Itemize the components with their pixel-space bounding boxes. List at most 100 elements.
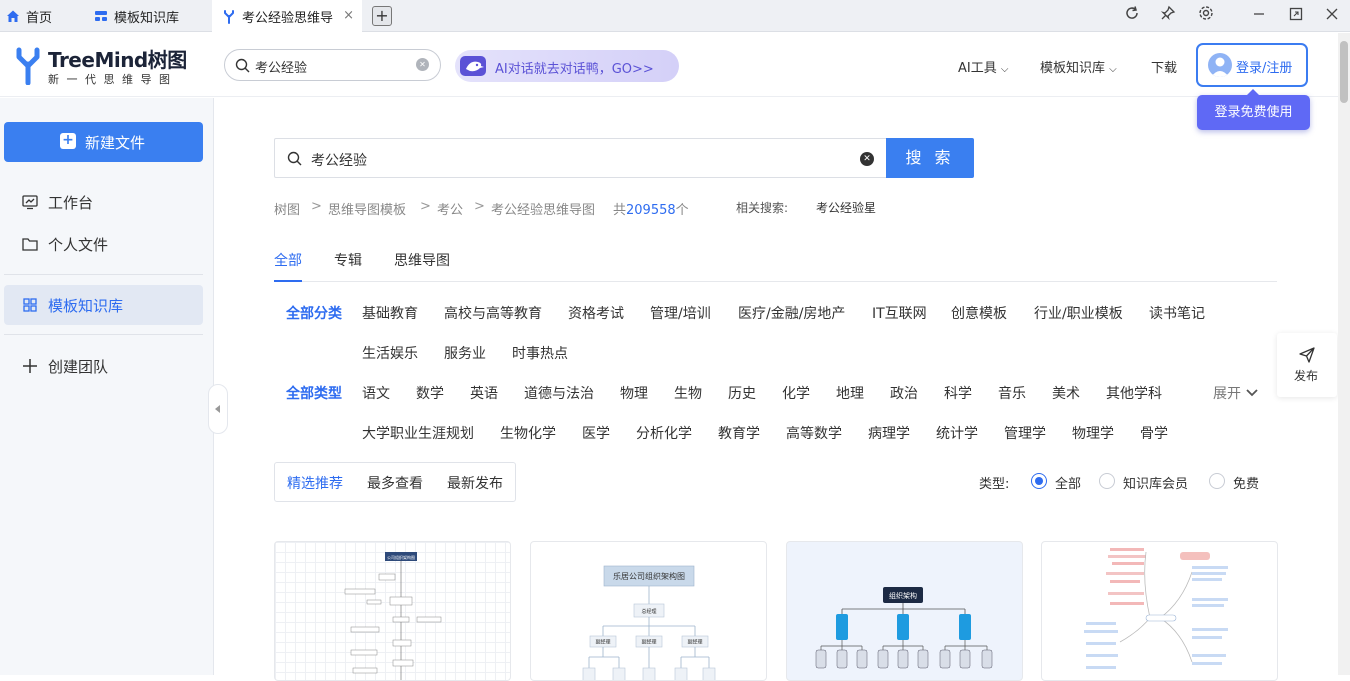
minimize-icon[interactable]: [1248, 5, 1270, 27]
filter-type[interactable]: 其他学科: [1106, 383, 1162, 403]
filter-category[interactable]: 基础教育: [362, 303, 418, 323]
filter-type[interactable]: 医学: [582, 423, 610, 443]
tab-kaogong[interactable]: 考公经验思维导 ×: [212, 0, 362, 33]
settings-icon[interactable]: [1195, 5, 1217, 27]
breadcrumb-separator: >: [474, 199, 485, 214]
filter-type[interactable]: 道德与法治: [524, 383, 594, 403]
filter-category[interactable]: 服务业: [444, 343, 486, 363]
tab-home[interactable]: 首页: [0, 0, 80, 32]
reload-icon[interactable]: [1121, 5, 1143, 27]
filter-type[interactable]: 历史: [728, 383, 756, 403]
type-member-radio[interactable]: [1099, 473, 1115, 489]
site-header: TreeMind树图 新一代思维导图 考公经验 ✕ AI对话就去对话鸭，GO>>…: [0, 33, 1338, 97]
filter-type[interactable]: 数学: [416, 383, 444, 403]
filter-type[interactable]: 骨学: [1140, 423, 1168, 443]
filter-type[interactable]: 生物化学: [500, 423, 556, 443]
filter-category[interactable]: 生活娱乐: [362, 343, 418, 363]
filter-type[interactable]: 音乐: [998, 383, 1026, 403]
nav-download[interactable]: 下载: [1151, 57, 1177, 76]
filter-type[interactable]: 统计学: [936, 423, 978, 443]
expand-filters-button[interactable]: 展开: [1213, 383, 1259, 403]
brand-name[interactable]: TreeMind树图: [48, 44, 187, 73]
clear-search-icon[interactable]: ✕: [416, 58, 429, 71]
filter-category[interactable]: 创意模板: [951, 303, 1007, 323]
ai-promo-banner[interactable]: AI对话就去对话鸭，GO>>: [455, 50, 679, 82]
filter-type[interactable]: 教育学: [718, 423, 760, 443]
breadcrumb-item[interactable]: 树图: [274, 199, 300, 218]
template-card[interactable]: [1041, 541, 1278, 681]
card-node: 副经理: [641, 639, 656, 646]
clear-search-icon[interactable]: ✕: [860, 152, 874, 166]
login-register-button[interactable]: 登录/注册: [1196, 43, 1308, 87]
filter-type[interactable]: 生物: [674, 383, 702, 403]
search-button[interactable]: 搜 索: [886, 138, 974, 178]
pin-icon[interactable]: [1157, 5, 1179, 27]
filter-category[interactable]: 时事热点: [512, 343, 568, 363]
filter-type[interactable]: 语文: [362, 383, 390, 403]
main-search-input[interactable]: 考公经验 ✕: [274, 138, 887, 178]
template-card[interactable]: 组织架构: [786, 541, 1023, 681]
filter-type[interactable]: 政治: [890, 383, 918, 403]
type-option-label[interactable]: 知识库会员: [1123, 473, 1188, 492]
type-option-label[interactable]: 全部: [1055, 473, 1081, 492]
filter-category[interactable]: 读书笔记: [1149, 303, 1205, 323]
tab-template-library[interactable]: 模板知识库: [88, 0, 210, 32]
related-search-link[interactable]: 考公经验星: [816, 199, 876, 216]
maximize-icon[interactable]: [1285, 5, 1307, 27]
filter-type[interactable]: 美术: [1052, 383, 1080, 403]
tab-album[interactable]: 专辑: [334, 250, 362, 270]
scrollbar-thumb[interactable]: [1340, 41, 1348, 103]
filter-category[interactable]: 行业/职业模板: [1034, 303, 1123, 323]
filter-type[interactable]: 英语: [470, 383, 498, 403]
filter-all-types[interactable]: 全部类型: [286, 383, 342, 403]
filter-category[interactable]: 医疗/金融/房地产: [738, 303, 845, 323]
breadcrumb-item[interactable]: 考公: [437, 199, 463, 218]
header-search-input[interactable]: 考公经验 ✕: [224, 49, 441, 81]
plus-icon: +: [60, 133, 76, 149]
filter-type[interactable]: 地理: [836, 383, 864, 403]
template-card[interactable]: 公司组织架构图: [274, 541, 511, 681]
filter-category[interactable]: 高校与高等教育: [444, 303, 542, 323]
filter-all-categories[interactable]: 全部分类: [286, 303, 342, 323]
publish-button[interactable]: 发布: [1277, 333, 1337, 397]
sidebar-item-personal-files[interactable]: 个人文件: [0, 224, 214, 264]
tab-mindmap[interactable]: 思维导图: [394, 250, 450, 270]
filter-type[interactable]: 科学: [944, 383, 972, 403]
sidebar-item-workbench[interactable]: 工作台: [0, 182, 214, 222]
chevron-down-icon: ⌵: [1000, 64, 1009, 75]
sort-most-viewed[interactable]: 最多查看: [367, 473, 423, 493]
filter-type[interactable]: 物理学: [1072, 423, 1114, 443]
breadcrumb-item-current: 考公经验思维导图: [491, 203, 596, 218]
sidebar-item-create-team[interactable]: 创建团队: [0, 346, 214, 386]
type-free-radio[interactable]: [1209, 473, 1225, 489]
filter-type[interactable]: 管理学: [1004, 423, 1046, 443]
home-icon: [7, 10, 19, 22]
sidebar-item-label: 模板知识库: [48, 297, 124, 315]
sidebar-item-template-library[interactable]: 模板知识库: [4, 285, 203, 325]
type-option-label[interactable]: 免费: [1233, 473, 1259, 492]
sort-newest[interactable]: 最新发布: [447, 473, 503, 493]
new-file-button[interactable]: + 新建文件: [4, 122, 203, 162]
sort-featured[interactable]: 精选推荐: [287, 473, 343, 493]
page-scrollbar[interactable]: [1338, 33, 1350, 675]
filter-type[interactable]: 物理: [620, 383, 648, 403]
filter-category[interactable]: IT互联网: [872, 303, 927, 323]
treemind-logo-icon[interactable]: [14, 47, 42, 85]
new-tab-button[interactable]: +: [372, 6, 392, 26]
sidebar-divider: [4, 334, 203, 335]
filter-type[interactable]: 高等数学: [786, 423, 842, 443]
breadcrumb-item[interactable]: 思维导图模板: [328, 199, 406, 218]
filter-type[interactable]: 化学: [782, 383, 810, 403]
type-all-radio[interactable]: [1031, 473, 1047, 489]
close-icon[interactable]: [1321, 5, 1343, 27]
filter-category[interactable]: 管理/培训: [650, 303, 711, 323]
nav-template-library[interactable]: 模板知识库 ⌵: [1040, 57, 1117, 76]
tab-all[interactable]: 全部: [274, 250, 302, 282]
template-card[interactable]: 乐居公司组织架构图 总经理 副经理 副经理 副经理: [530, 541, 767, 681]
nav-ai-tools[interactable]: AI工具 ⌵: [958, 57, 1008, 76]
filter-category[interactable]: 资格考试: [568, 303, 624, 323]
filter-type[interactable]: 病理学: [868, 423, 910, 443]
tab-close-icon[interactable]: ×: [343, 8, 354, 23]
filter-type[interactable]: 分析化学: [636, 423, 692, 443]
filter-type[interactable]: 大学职业生涯规划: [362, 423, 474, 443]
